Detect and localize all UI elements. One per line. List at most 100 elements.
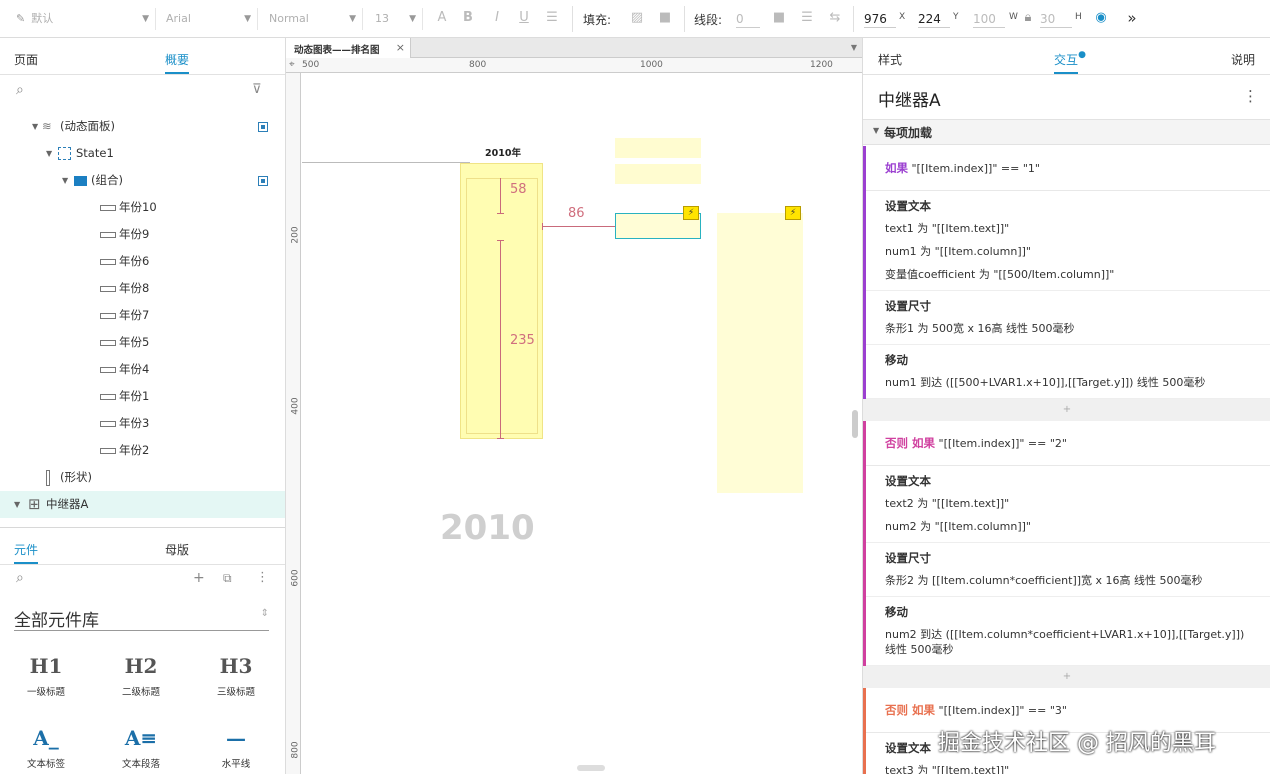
width-input[interactable]: 100 — [973, 10, 1005, 28]
more-icon[interactable]: ⋮ — [256, 570, 269, 585]
widget-item[interactable]: A≡ 文本段落 — [101, 724, 181, 784]
tree-item[interactable]: (形状) — [0, 464, 285, 491]
library-select[interactable]: 全部元件库 ⇕ — [14, 598, 269, 631]
tab-pages[interactable]: 页面 — [14, 51, 38, 68]
tree-item[interactable]: ▼ State1 — [0, 140, 285, 167]
lightning-icon[interactable]: ⚡︎ — [785, 206, 801, 220]
action-detail: text1 为 "[[Item.text]]" — [885, 222, 1010, 235]
weight-select[interactable]: Normal ▼ — [263, 8, 363, 30]
stroke-pattern-icon[interactable]: ☰ — [799, 10, 815, 26]
search-icon[interactable]: ⌕ — [16, 82, 24, 98]
visibility-checkbox[interactable] — [258, 176, 268, 186]
add-action-button[interactable]: + — [863, 399, 1270, 421]
rectangle-icon — [100, 340, 116, 346]
action-title: 移动 — [885, 353, 908, 367]
widget-item[interactable]: — 水平线 — [196, 724, 276, 784]
more-icon[interactable]: ⋮ — [1243, 87, 1258, 105]
tab-widgets[interactable]: 元件 — [14, 541, 39, 564]
placeholder-box[interactable] — [615, 164, 701, 184]
list-icon[interactable]: ☰ — [544, 10, 560, 26]
expand-icon[interactable]: ▼ — [46, 140, 52, 167]
tree-item[interactable]: 年份2 — [0, 437, 285, 464]
vertical-scrollbar[interactable] — [852, 410, 858, 438]
divider — [0, 564, 285, 565]
visibility-checkbox[interactable] — [258, 122, 268, 132]
widget-label: 一级标题 — [26, 687, 65, 698]
font-select[interactable]: Arial ▼ — [160, 8, 258, 30]
close-icon[interactable]: × — [396, 41, 405, 54]
tab-style[interactable]: 样式 — [878, 51, 902, 68]
search-icon[interactable]: ⌕ — [16, 570, 24, 586]
tree-item[interactable]: 年份3 — [0, 410, 285, 437]
x-input[interactable]: 976 — [864, 10, 896, 28]
add-library-icon[interactable]: + — [193, 570, 205, 586]
expand-icon[interactable]: ▼ — [32, 113, 38, 140]
case-header[interactable]: 否则 如果 "[[Item.index]]" == "2" — [866, 421, 1270, 466]
tree-item[interactable]: 年份8 — [0, 275, 285, 302]
doc-tab[interactable]: 动态图表——排名图 × — [286, 38, 411, 58]
horizontal-scrollbar[interactable] — [577, 765, 605, 771]
year-heading: 2010年 — [485, 148, 521, 159]
lock-icon[interactable]: 🔒︎ — [1020, 10, 1036, 26]
tree-item[interactable]: 年份9 — [0, 221, 285, 248]
element-name[interactable]: 中继器A — [878, 86, 941, 111]
lightning-icon[interactable]: ⚡︎ — [683, 206, 699, 220]
case-condition: "[[Item.index]]" == "1" — [908, 162, 1040, 175]
widget-glyph-icon: A_ — [33, 726, 59, 750]
tab-outline[interactable]: 概要 — [165, 51, 190, 74]
copy-icon[interactable]: ⧉ — [223, 571, 232, 586]
repeater-widget[interactable] — [717, 213, 803, 493]
action-block[interactable]: 设置尺寸 条形2 为 [[Item.column*coefficient]]宽 x… — [866, 543, 1270, 597]
stroke-width-input[interactable]: 0 — [736, 10, 760, 28]
tab-interact[interactable]: 交互 ● — [1054, 50, 1086, 74]
height-input[interactable]: 30 — [1040, 10, 1072, 28]
tree-item[interactable]: 年份4 — [0, 356, 285, 383]
case-block[interactable]: 否则 如果 "[[Item.index]]" == "2" 设置文本 text2 为… — [863, 421, 1270, 666]
action-block[interactable]: 移动 num2 到达 ([[Item.column*coefficient+LVA… — [866, 597, 1270, 666]
widget-item[interactable]: A_ 文本标签 — [6, 724, 86, 784]
tab-notes[interactable]: 说明 — [1231, 51, 1255, 68]
tree-item[interactable]: 年份7 — [0, 302, 285, 329]
filter-icon[interactable]: ⊽ — [252, 82, 262, 97]
tree-item[interactable]: ▼ (组合) — [0, 167, 285, 194]
add-action-button[interactable]: + — [863, 666, 1270, 688]
shadow-icon[interactable]: ■ — [657, 10, 673, 26]
fill-color-icon[interactable]: ▨ — [629, 10, 645, 26]
tree-item[interactable]: ▼ ≋ (动态面板) — [0, 113, 285, 140]
expand-icon[interactable]: ▼ — [14, 491, 20, 518]
y-input[interactable]: 224 — [918, 10, 950, 28]
h-label: H — [1075, 12, 1082, 22]
action-block[interactable]: 设置尺寸 条形1 为 500宽 x 16高 线性 500毫秒 — [866, 291, 1270, 345]
library-name: 全部元件库 — [14, 611, 99, 631]
tree-item[interactable]: 年份10 — [0, 194, 285, 221]
tab-masters[interactable]: 母版 — [165, 541, 189, 558]
tree-item[interactable]: ▼ ⊞ 中继器A — [0, 491, 285, 518]
action-block[interactable]: 设置文本 text2 为 "[[Item.text]]" num2 为 "[[Ite… — [866, 466, 1270, 543]
rectangle-icon — [100, 394, 116, 400]
tree-item[interactable]: 年份6 — [0, 248, 285, 275]
action-block[interactable]: 移动 num1 到达 ([[500+LVAR1.x+10]],[[Target.y… — [866, 345, 1270, 399]
style-select[interactable]: ✎ 默认 ▼ — [10, 8, 156, 30]
case-block[interactable]: 如果 "[[Item.index]]" == "1" 设置文本 text1 为 "[… — [863, 146, 1270, 399]
widget-item[interactable]: H2 二级标题 — [101, 652, 181, 712]
double-chevron-right-icon[interactable]: » — [1124, 10, 1140, 26]
text-color-icon[interactable]: A — [434, 10, 450, 26]
tree-item[interactable]: 年份5 — [0, 329, 285, 356]
stroke-color-icon[interactable]: ■ — [771, 10, 787, 26]
italic-icon[interactable]: I — [489, 10, 505, 26]
bold-icon[interactable]: B — [460, 10, 476, 26]
expand-icon[interactable]: ▼ — [62, 167, 68, 194]
underline-icon[interactable]: U — [516, 10, 532, 26]
chevron-down-icon[interactable]: ▼ — [851, 43, 857, 52]
event-header[interactable]: ▼ 每项加载 — [863, 119, 1270, 145]
action-block[interactable]: 设置文本 text1 为 "[[Item.text]]" num1 为 "[[Ite… — [866, 191, 1270, 291]
placeholder-box[interactable] — [615, 138, 701, 158]
size-select[interactable]: 13 ▼ — [369, 8, 423, 30]
widget-item[interactable]: H1 一级标题 — [6, 652, 86, 712]
action-title: 移动 — [885, 605, 908, 619]
tree-item[interactable]: 年份1 — [0, 383, 285, 410]
widget-item[interactable]: H3 三级标题 — [196, 652, 276, 712]
arrow-style-icon[interactable]: ⇆ — [827, 10, 843, 26]
eye-hidden-icon[interactable]: ◉ — [1093, 10, 1109, 26]
case-header[interactable]: 如果 "[[Item.index]]" == "1" — [866, 146, 1270, 191]
